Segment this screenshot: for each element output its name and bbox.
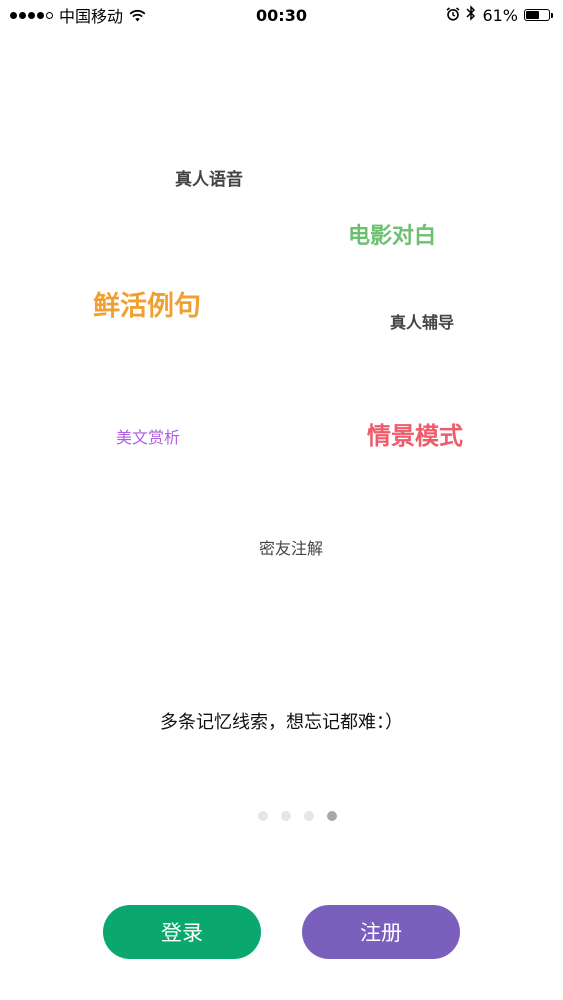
feature-prose-appreciation: 美文赏析 bbox=[116, 428, 181, 447]
wifi-icon bbox=[129, 9, 146, 22]
status-left: 中国移动 bbox=[10, 3, 146, 27]
battery-percent: 61% bbox=[482, 5, 518, 25]
feature-friend-notes: 密友注解 bbox=[259, 539, 324, 558]
login-button[interactable]: 登录 bbox=[103, 905, 261, 959]
page-dot-2[interactable] bbox=[281, 811, 291, 821]
signal-icon bbox=[10, 11, 53, 19]
feature-voice: 真人语音 bbox=[175, 170, 243, 190]
feature-scene-mode: 情景模式 bbox=[367, 422, 463, 450]
battery-icon bbox=[524, 9, 553, 21]
alarm-icon bbox=[446, 6, 460, 25]
battery-fill bbox=[526, 11, 540, 19]
carrier-name: 中国移动 bbox=[59, 7, 124, 26]
page-dot-3[interactable] bbox=[304, 811, 314, 821]
bluetooth-icon bbox=[466, 5, 476, 25]
register-button[interactable]: 注册 bbox=[302, 905, 460, 959]
onboarding-tagline: 多条记忆线索，想忘记都难：） bbox=[160, 712, 403, 733]
feature-movie-dialogue: 电影对白 bbox=[348, 224, 437, 249]
feature-tutoring: 真人辅导 bbox=[390, 313, 455, 332]
status-right: 61% bbox=[446, 5, 553, 25]
status-bar: 中国移动 00:30 61% bbox=[0, 0, 563, 30]
clock-time: 00:30 bbox=[256, 5, 307, 25]
page-indicator[interactable] bbox=[0, 811, 563, 821]
feature-example-sentences: 鲜活例句 bbox=[93, 291, 201, 322]
page-dot-1[interactable] bbox=[258, 811, 268, 821]
page-dot-4[interactable] bbox=[327, 811, 337, 821]
